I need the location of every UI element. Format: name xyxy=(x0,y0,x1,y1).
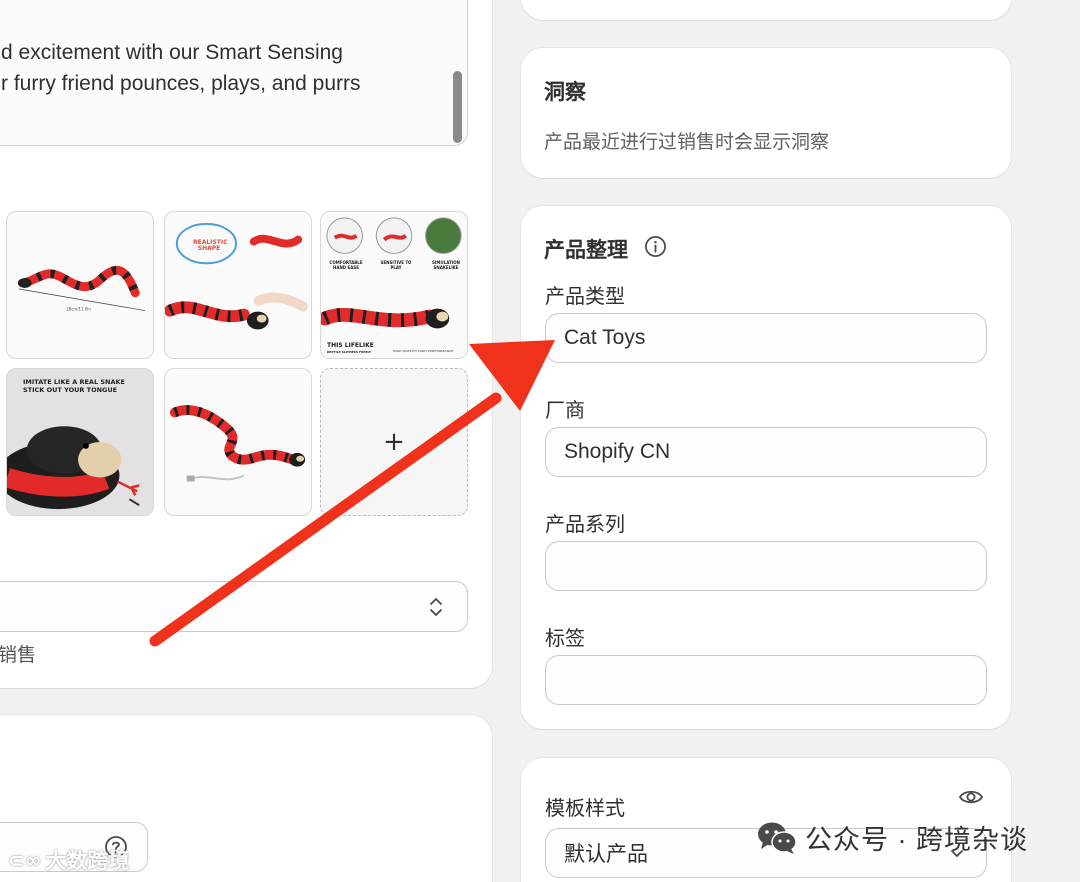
editor-scrollbar[interactable] xyxy=(453,71,462,143)
watermark-right: 公众号 · 跨境杂谈 xyxy=(757,818,1028,857)
plus-icon: + xyxy=(383,427,405,457)
vendor-label: 厂商 xyxy=(545,400,585,422)
tags-input[interactable] xyxy=(545,655,987,705)
eye-icon[interactable] xyxy=(958,786,984,808)
media-thumb-snake-usb[interactable] xyxy=(164,368,312,516)
description-editor[interactable]: d excitement with our Smart Sensing r fu… xyxy=(0,0,468,146)
tags-label: 标签 xyxy=(545,628,585,650)
caption-simulation: SIMULATION SNAKELIKE xyxy=(432,260,460,270)
collections-input[interactable] xyxy=(545,541,987,591)
category-select[interactable] xyxy=(0,581,468,632)
organization-title: 产品整理 xyxy=(544,239,628,262)
watermark-right-text: 公众号 · 跨境杂谈 xyxy=(805,825,1028,855)
collections-label: 产品系列 xyxy=(545,514,625,536)
caption-lifelike-title: THIS LIFELIKE xyxy=(327,342,374,349)
caption-imitate-2: STICK OUT YOUR TONGUE xyxy=(23,386,118,394)
vendor-input[interactable]: Shopify CN xyxy=(545,427,987,477)
description-line-1: d excitement with our Smart Sensing xyxy=(1,41,343,64)
caption-quality: HIGH QUALITY HIGH PERFORMANCE xyxy=(393,349,454,353)
caption-lifelike-sub: REPTILE SLITHERS FREELY xyxy=(327,350,372,354)
media-thumb-snake-dimensions[interactable]: 28cm/11.0in xyxy=(6,211,154,359)
caption-sensitive: SENSITIVE TO PLAY xyxy=(380,260,412,270)
select-help-text: 销售 xyxy=(0,645,37,666)
caption-imitate-1: IMITATE LIKE A REAL SNAKE xyxy=(23,378,126,386)
media-thumb-realistic-shape[interactable]: REALISTIC SHAPE xyxy=(164,211,312,359)
media-thumb-snake-tongue[interactable]: IMITATE LIKE A REAL SNAKE STICK OUT YOUR… xyxy=(6,368,154,516)
template-value: 默认产品 xyxy=(564,843,648,866)
watermark-left-text: 大数跨境 xyxy=(45,850,130,873)
product-type-label: 产品类型 xyxy=(545,286,625,308)
info-icon[interactable] xyxy=(644,235,667,258)
product-type-input[interactable]: Cat Toys xyxy=(545,313,987,363)
insights-card: 洞察 产品最近进行过销售时会显示洞察 xyxy=(521,48,1011,178)
top-right-card xyxy=(521,0,1011,20)
caption-realistic: REALISTIC SHAPE xyxy=(193,239,228,252)
add-media-button[interactable]: + xyxy=(320,368,468,516)
watermark-logo-icon: ⊂∞ xyxy=(8,848,42,872)
chevron-up-down-icon xyxy=(430,598,442,616)
template-label: 模板样式 xyxy=(545,798,625,820)
vendor-value: Shopify CN xyxy=(564,440,671,463)
insights-title: 洞察 xyxy=(544,81,586,104)
wechat-icon xyxy=(758,822,797,854)
media-thumb-lifelike[interactable]: COMFORTABLE HAND EASE SENSITIVE TO PLAY … xyxy=(320,211,468,359)
insights-text: 产品最近进行过销售时会显示洞察 xyxy=(544,132,830,153)
watermark-left: ⊂∞ 大数跨境 xyxy=(8,845,129,875)
svg-text:28cm/11.0in: 28cm/11.0in xyxy=(66,307,91,312)
product-type-value: Cat Toys xyxy=(564,326,646,349)
description-line-2: r furry friend pounces, plays, and purrs xyxy=(1,72,361,95)
caption-comfortable: COMFORTABLE HAND EASE xyxy=(329,260,363,270)
